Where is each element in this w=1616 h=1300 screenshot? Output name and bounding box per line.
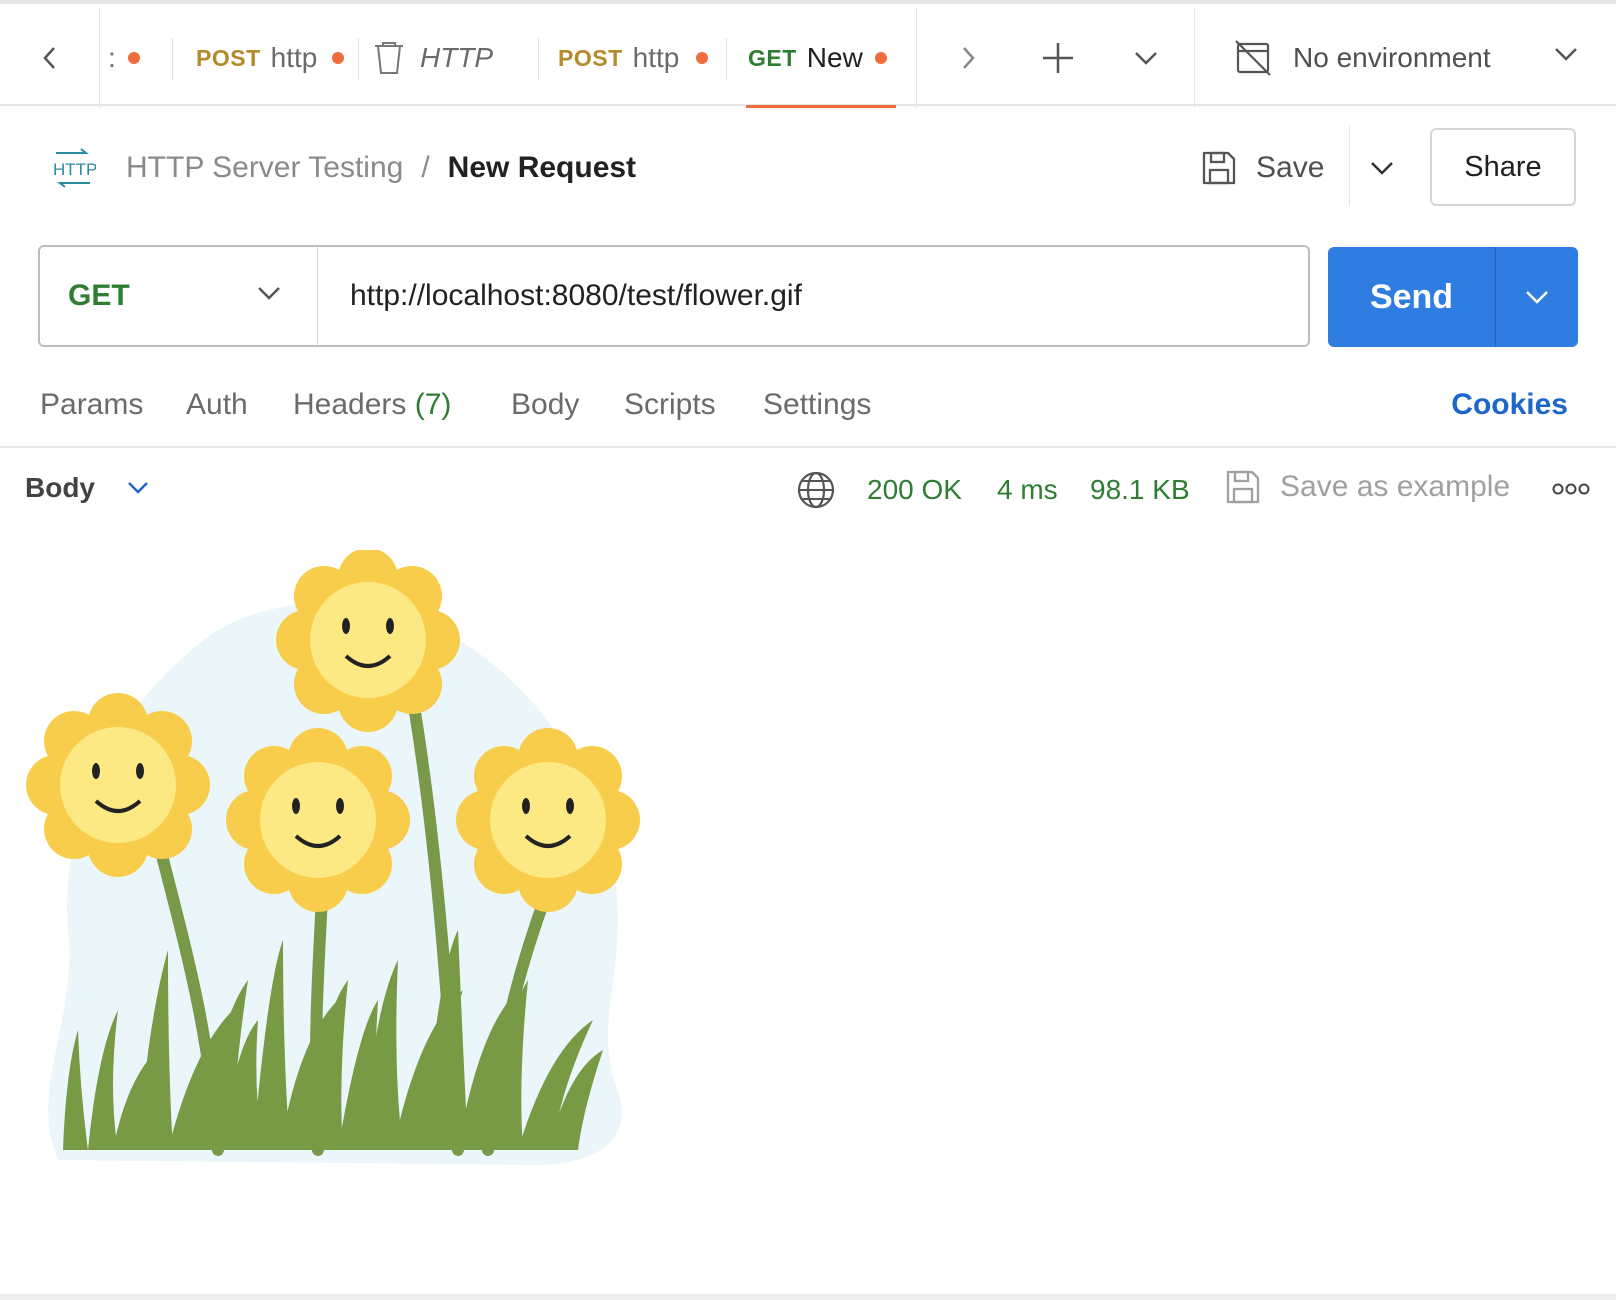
headers-count: (7) bbox=[414, 388, 452, 421]
tab-headers[interactable]: Headers (7) bbox=[293, 388, 451, 422]
divider bbox=[1349, 126, 1350, 206]
save-as-example-button[interactable]: Save as example bbox=[1224, 468, 1510, 506]
tab-list-dropdown-button[interactable] bbox=[1118, 8, 1174, 108]
tab-item-3[interactable]: HTTP bbox=[372, 8, 532, 108]
status-code[interactable]: 200 OK bbox=[867, 474, 962, 506]
share-button[interactable]: Share bbox=[1430, 128, 1576, 206]
request-name[interactable]: New Request bbox=[448, 151, 636, 185]
send-button-group: Send bbox=[1328, 247, 1578, 347]
tab-settings[interactable]: Settings bbox=[763, 388, 871, 422]
url-input[interactable] bbox=[318, 247, 1308, 345]
save-options-button[interactable] bbox=[1362, 148, 1402, 188]
save-as-example-label: Save as example bbox=[1280, 470, 1511, 503]
chevron-left-icon bbox=[42, 47, 55, 69]
http-icon-text: HTTP bbox=[53, 160, 96, 179]
tab-method: POST bbox=[196, 44, 261, 71]
globe-icon[interactable] bbox=[796, 470, 836, 510]
chevron-down-icon bbox=[1371, 162, 1393, 175]
tab-body[interactable]: Body bbox=[511, 388, 579, 422]
chevron-down-icon bbox=[1135, 52, 1157, 65]
no-environment-icon bbox=[1235, 40, 1271, 76]
breadcrumb: HTTP HTTP Server Testing / New Request bbox=[50, 140, 636, 196]
chevron-down-icon bbox=[258, 287, 280, 300]
response-view-label: Body bbox=[25, 472, 95, 503]
send-button[interactable]: Send bbox=[1328, 247, 1496, 347]
unsaved-dot-icon bbox=[696, 52, 708, 64]
chevron-right-icon bbox=[963, 47, 975, 69]
response-time[interactable]: 4 ms bbox=[997, 474, 1058, 506]
tab-method: POST bbox=[558, 44, 623, 71]
cookies-link[interactable]: Cookies bbox=[1451, 388, 1568, 422]
save-label: Save bbox=[1256, 151, 1325, 184]
unsaved-dot-icon bbox=[332, 52, 344, 64]
more-options-icon[interactable] bbox=[1552, 482, 1590, 496]
flower-middle bbox=[226, 728, 410, 912]
tab-method: GET bbox=[748, 44, 797, 71]
response-bar: Body 200 OK 4 ms 98.1 KB Save as example bbox=[0, 460, 1616, 520]
tab-name: HTTP bbox=[420, 42, 494, 73]
tab-item-1[interactable]: : bbox=[108, 8, 170, 108]
flower-right bbox=[456, 728, 640, 912]
scroll-tabs-left-button[interactable] bbox=[0, 8, 100, 108]
plus-icon bbox=[1043, 43, 1073, 73]
chevron-down-icon bbox=[1526, 291, 1548, 304]
method-dropdown[interactable]: GET bbox=[40, 247, 318, 345]
http-request-icon: HTTP bbox=[53, 148, 96, 188]
response-size[interactable]: 98.1 KB bbox=[1090, 474, 1190, 506]
active-tab-indicator bbox=[746, 105, 896, 108]
tab-name: http bbox=[270, 42, 318, 73]
scroll-tabs-right-button[interactable] bbox=[940, 8, 996, 108]
environment-label: No environment bbox=[1293, 42, 1491, 73]
save-icon bbox=[1202, 151, 1236, 185]
method-value: GET bbox=[68, 279, 130, 312]
environment-selector[interactable]: No environment bbox=[1194, 8, 1616, 108]
chevron-down-icon bbox=[1555, 48, 1577, 61]
flower-left bbox=[26, 693, 210, 877]
save-button[interactable]: Save bbox=[1200, 140, 1324, 196]
tab-item-2[interactable]: POST http bbox=[196, 8, 344, 108]
request-url-bar: GET bbox=[38, 245, 1310, 347]
response-image-preview bbox=[26, 550, 640, 1165]
tab-item-4[interactable]: POST http bbox=[558, 8, 708, 108]
tab-bar: : POST http HTTP POST http GET New No en… bbox=[0, 0, 1616, 108]
breadcrumb-separator: / bbox=[421, 151, 430, 184]
tab-name: : bbox=[108, 42, 116, 73]
tab-params[interactable]: Params bbox=[40, 388, 143, 422]
tab-auth[interactable]: Auth bbox=[186, 388, 248, 422]
tab-scripts[interactable]: Scripts bbox=[624, 388, 716, 422]
tab-headers-label: Headers bbox=[293, 388, 407, 421]
new-tab-button[interactable] bbox=[1030, 8, 1086, 108]
chevron-down-icon bbox=[128, 482, 148, 494]
unsaved-dot-icon bbox=[874, 52, 887, 64]
unsaved-dot-icon bbox=[127, 52, 140, 64]
request-tabs: Params Auth Headers (7) Body Scripts Set… bbox=[0, 380, 1616, 448]
tab-name: New bbox=[806, 42, 863, 73]
trash-icon bbox=[375, 42, 403, 74]
tab-item-active[interactable]: GET New bbox=[748, 8, 898, 108]
response-view-dropdown[interactable]: Body bbox=[25, 472, 151, 504]
save-icon bbox=[1226, 470, 1260, 504]
breadcrumb-collection[interactable]: HTTP Server Testing bbox=[126, 151, 403, 185]
tab-name: http bbox=[632, 42, 680, 73]
send-options-button[interactable] bbox=[1496, 247, 1578, 347]
flower-top bbox=[276, 550, 460, 732]
bottom-border bbox=[0, 1294, 1616, 1300]
